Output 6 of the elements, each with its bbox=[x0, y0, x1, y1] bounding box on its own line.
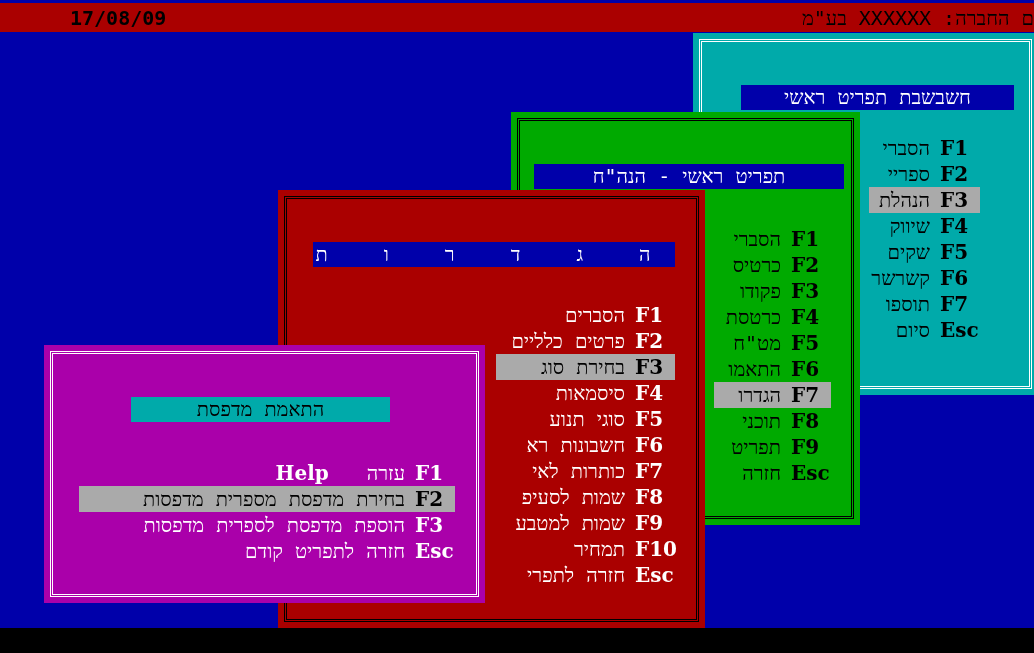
window-title: חשבשבת תפריט ראשי bbox=[741, 85, 1014, 110]
date-text: 17/08/09 bbox=[70, 4, 167, 32]
window-title: ה ג ד ר ו ת bbox=[313, 242, 675, 267]
window-title: התאמת מדפסת bbox=[131, 397, 390, 422]
company-name: ם החברה: XXXXXX בע"מ bbox=[801, 4, 1034, 32]
window-title: תפריט ראשי - הנה"ח bbox=[534, 164, 844, 189]
